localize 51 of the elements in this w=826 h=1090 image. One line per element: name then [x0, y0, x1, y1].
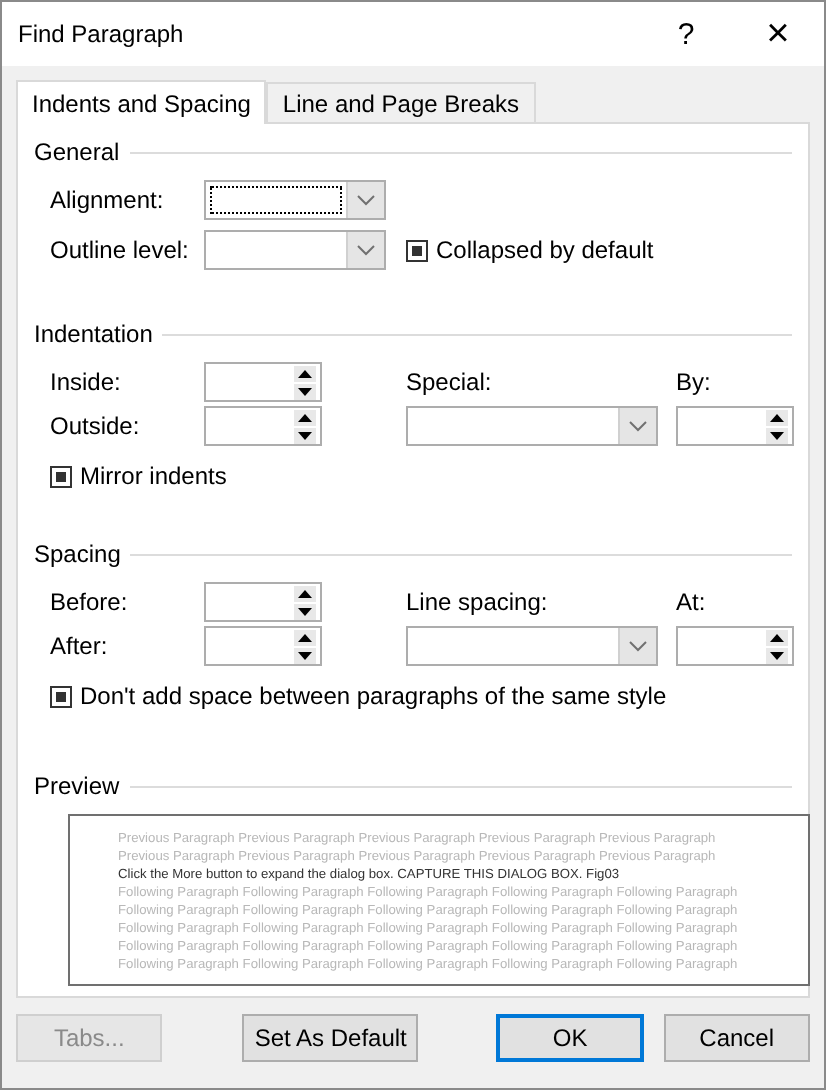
field-label: By: [676, 368, 713, 396]
checkbox[interactable] [50, 685, 72, 707]
checkbox[interactable] [50, 465, 72, 487]
section-heading: General [34, 138, 120, 166]
field-label: Special: [406, 368, 494, 396]
window-title: Find Paragraph [18, 20, 186, 48]
alignment-dropdown[interactable] [204, 180, 386, 220]
chevron-down-icon [346, 232, 384, 268]
spin-up-icon [294, 365, 316, 381]
field-label: At: [676, 588, 708, 616]
tab[interactable]: Line and Page Breaks [266, 82, 536, 122]
close-button[interactable]: × [732, 2, 824, 66]
dialog-button[interactable]: Cancel [663, 1014, 810, 1062]
spin-down-icon [294, 603, 316, 619]
spin-up-icon [766, 629, 788, 645]
chevron-down-icon [346, 182, 384, 218]
chevron-down-icon [618, 628, 656, 664]
outside-spinner[interactable] [204, 406, 322, 446]
spin-up-icon [294, 629, 316, 645]
spin-up-icon [766, 409, 788, 425]
field-label: Alignment: [50, 186, 166, 214]
tab[interactable]: Indents and Spacing [16, 80, 267, 124]
help-button[interactable]: ? [640, 2, 732, 66]
field-label: Inside: [50, 368, 123, 396]
inside-spinner[interactable] [204, 362, 322, 402]
field-label: Outline level: [50, 236, 191, 264]
by-spinner[interactable] [676, 406, 794, 446]
spin-down-icon [766, 427, 788, 443]
checkbox-label: Mirror indents [80, 462, 227, 490]
field-label: Before: [50, 588, 130, 616]
after-spinner[interactable] [204, 626, 322, 666]
section-heading: Preview [34, 772, 120, 800]
checkbox-label: Collapsed by default [436, 236, 654, 264]
section-heading: Spacing [34, 540, 121, 568]
checkbox-label: Don't add space between paragraphs of the same style [80, 682, 667, 710]
spin-down-icon [766, 647, 788, 663]
section-heading: Indentation [34, 320, 153, 348]
field-label: Outside: [50, 412, 142, 440]
dialog-button[interactable]: Set As Default [242, 1014, 419, 1062]
before-spinner[interactable] [204, 582, 322, 622]
spin-down-icon [294, 383, 316, 399]
field-label: After: [50, 632, 110, 660]
at-spinner[interactable] [676, 626, 794, 666]
dialog-button[interactable]: OK [496, 1014, 644, 1062]
checkbox[interactable] [406, 239, 428, 261]
spin-up-icon [294, 585, 316, 601]
spin-down-icon [294, 647, 316, 663]
spin-down-icon [294, 427, 316, 443]
field-label: Line spacing: [406, 588, 550, 616]
chevron-down-icon [618, 408, 656, 444]
spin-up-icon [294, 409, 316, 425]
